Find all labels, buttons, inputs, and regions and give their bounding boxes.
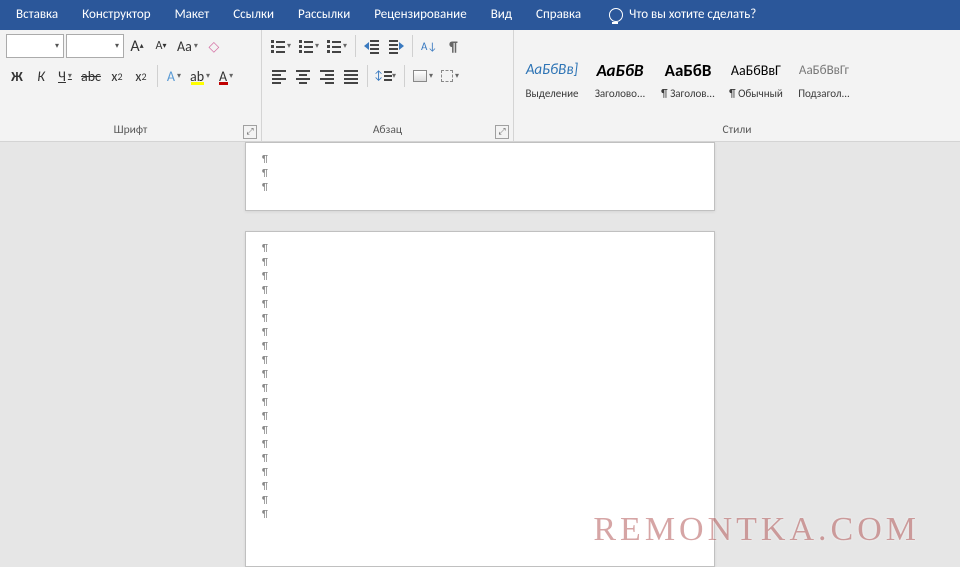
menu-bar: Вставка Конструктор Макет Ссылки Рассылк… <box>0 0 960 30</box>
shading-icon <box>413 70 427 82</box>
font-size-combo[interactable]: ▾ <box>66 34 124 58</box>
font-color-button[interactable]: A <box>215 64 237 88</box>
line-spacing-button[interactable] <box>373 64 399 88</box>
numbering-button[interactable] <box>296 34 322 58</box>
separator <box>367 65 368 87</box>
styles-gallery[interactable]: АаБбВв] Выделение АаБбВ Заголово... АаБб… <box>514 30 960 121</box>
separator <box>157 65 158 87</box>
align-center-button[interactable] <box>292 64 314 88</box>
style-preview: АаБбВвГ <box>731 53 781 87</box>
bold-button[interactable]: Ж <box>6 64 28 88</box>
superscript-button[interactable]: x2 <box>130 64 152 88</box>
style-name: ¶ Заголов... <box>661 87 715 100</box>
decrease-indent-icon <box>364 39 380 53</box>
increase-indent-button[interactable] <box>385 34 407 58</box>
tab-insert[interactable]: Вставка <box>4 0 70 30</box>
shrink-font-button[interactable]: A▾ <box>150 34 172 58</box>
group-font: ▾ ▾ A▴ A▾ Aa ◇ Ж К Ч abc x2 x2 A ab A Шр… <box>0 30 262 141</box>
style-name: Выделение <box>525 87 578 100</box>
style-name: Подзагол... <box>798 87 850 100</box>
tab-mailings[interactable]: Рассылки <box>286 0 362 30</box>
align-left-icon <box>272 70 286 82</box>
tab-view[interactable]: Вид <box>479 0 524 30</box>
italic-button[interactable]: К <box>30 64 52 88</box>
tab-help[interactable]: Справка <box>524 0 593 30</box>
line-spacing-icon <box>376 69 390 83</box>
increase-indent-icon <box>388 39 404 53</box>
document-page[interactable]: ¶¶¶ <box>245 142 715 211</box>
group-paragraph: A↓ ¶ Абзац ⤢ <box>262 30 514 141</box>
font-name-combo[interactable]: ▾ <box>6 34 64 58</box>
separator <box>355 35 356 57</box>
style-preview: АаБбВ <box>665 53 712 87</box>
style-subtitle[interactable]: АаБбВвГг Подзагол... <box>790 32 858 121</box>
text-effects-button[interactable]: A <box>163 64 185 88</box>
bullets-button[interactable] <box>268 34 294 58</box>
font-dialog-launcher[interactable]: ⤢ <box>243 125 257 139</box>
style-preview: АаБбВ <box>596 53 643 87</box>
align-left-button[interactable] <box>268 64 290 88</box>
style-name: ¶ Обычный <box>729 87 783 100</box>
sort-button[interactable]: A↓ <box>418 34 440 58</box>
group-styles: АаБбВв] Выделение АаБбВ Заголово... АаБб… <box>514 30 960 141</box>
paragraph-dialog-launcher[interactable]: ⤢ <box>495 125 509 139</box>
clear-formatting-button[interactable]: ◇ <box>203 34 225 58</box>
paragraph-marks: ¶¶¶¶¶¶¶¶¶¶¶¶¶¶¶¶¶¶¶¶ <box>262 242 268 520</box>
align-center-icon <box>296 70 310 82</box>
group-styles-label: Стили <box>514 121 960 141</box>
group-paragraph-label: Абзац ⤢ <box>262 121 513 141</box>
change-case-button[interactable]: Aa <box>174 34 201 58</box>
style-name: Заголово... <box>595 87 646 100</box>
show-marks-button[interactable]: ¶ <box>442 34 464 58</box>
justify-button[interactable] <box>340 64 362 88</box>
numbering-icon <box>299 39 313 53</box>
bullets-icon <box>271 39 285 53</box>
style-preview: АаБбВв] <box>526 53 578 87</box>
tab-references[interactable]: Ссылки <box>221 0 286 30</box>
lightbulb-icon <box>609 8 623 22</box>
grow-font-button[interactable]: A▴ <box>126 34 148 58</box>
shading-button[interactable] <box>410 64 436 88</box>
underline-button[interactable]: Ч <box>54 64 76 88</box>
document-area: ¶¶¶ ¶¶¶¶¶¶¶¶¶¶¶¶¶¶¶¶¶¶¶¶ <box>0 142 960 567</box>
ribbon: ▾ ▾ A▴ A▾ Aa ◇ Ж К Ч abc x2 x2 A ab A Шр… <box>0 30 960 142</box>
separator <box>412 35 413 57</box>
multilevel-icon <box>327 39 341 53</box>
tab-design[interactable]: Конструктор <box>70 0 162 30</box>
style-emphasis[interactable]: АаБбВв] Выделение <box>518 32 586 121</box>
separator <box>404 65 405 87</box>
justify-icon <box>344 70 358 82</box>
paragraph-marks: ¶¶¶ <box>262 153 268 193</box>
style-normal[interactable]: АаБбВвГ ¶ Обычный <box>722 32 790 121</box>
highlight-button[interactable]: ab <box>187 64 213 88</box>
style-heading2[interactable]: АаБбВ ¶ Заголов... <box>654 32 722 121</box>
tell-me-label: Что вы хотите сделать? <box>629 0 756 30</box>
decrease-indent-button[interactable] <box>361 34 383 58</box>
subscript-button[interactable]: x2 <box>106 64 128 88</box>
tab-layout[interactable]: Макет <box>163 0 222 30</box>
sort-icon: A↓ <box>421 40 437 53</box>
document-page[interactable]: ¶¶¶¶¶¶¶¶¶¶¶¶¶¶¶¶¶¶¶¶ <box>245 231 715 567</box>
tell-me-search[interactable]: Что вы хотите сделать? <box>597 0 768 30</box>
align-right-button[interactable] <box>316 64 338 88</box>
multilevel-list-button[interactable] <box>324 34 350 58</box>
style-preview: АаБбВвГг <box>799 53 849 87</box>
group-font-label: Шрифт ⤢ <box>0 121 261 141</box>
align-right-icon <box>320 70 334 82</box>
tab-review[interactable]: Рецензирование <box>362 0 478 30</box>
borders-icon <box>441 70 453 82</box>
borders-button[interactable] <box>438 64 462 88</box>
style-heading1[interactable]: АаБбВ Заголово... <box>586 32 654 121</box>
strikethrough-button[interactable]: abc <box>78 64 104 88</box>
pilcrow-icon: ¶ <box>449 38 457 55</box>
